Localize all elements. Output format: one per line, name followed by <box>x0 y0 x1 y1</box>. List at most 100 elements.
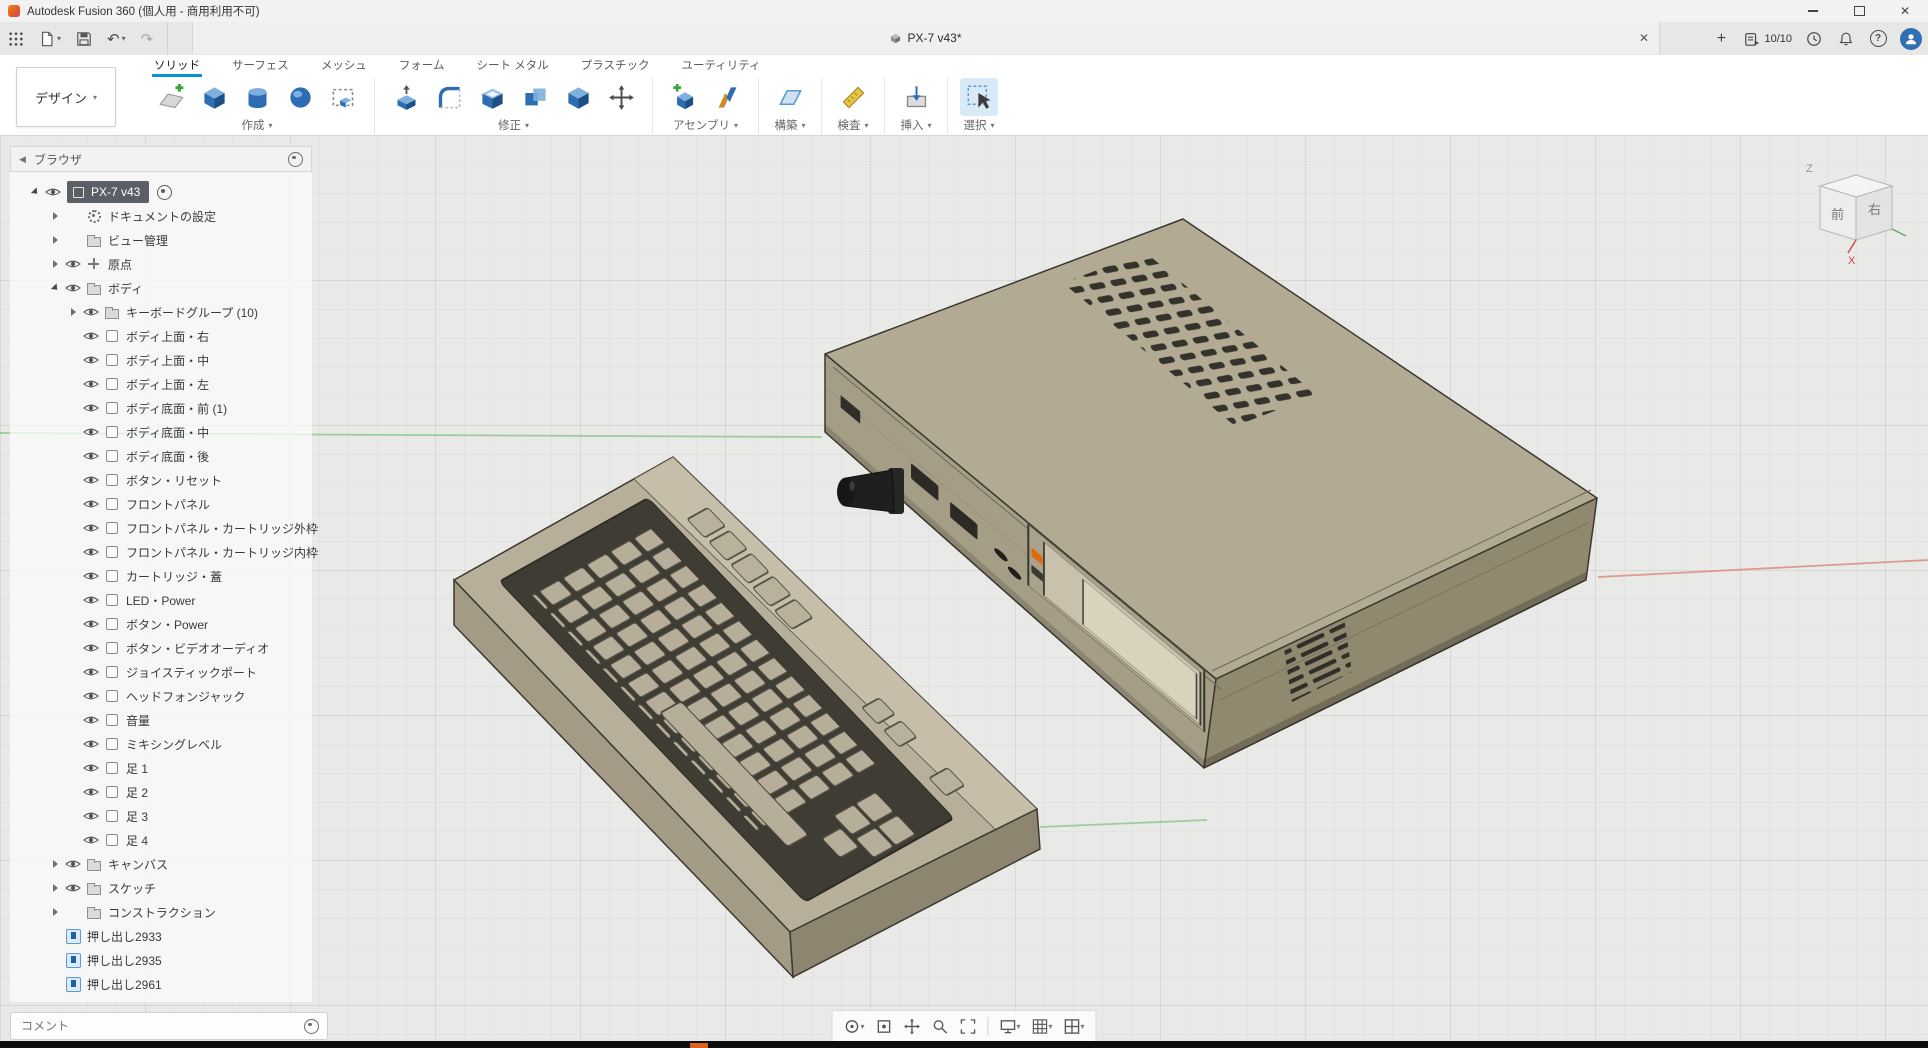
browser-row[interactable]: ジョイスティックポート <box>10 660 312 684</box>
expand-arrow-icon[interactable] <box>68 306 80 318</box>
insert-button[interactable] <box>897 78 935 116</box>
measure-button[interactable] <box>834 78 872 116</box>
visibility-eye-icon[interactable] <box>83 595 99 605</box>
create-group-dropdown[interactable]: 作成 ▾ <box>241 116 272 136</box>
visibility-eye-icon[interactable] <box>83 475 99 485</box>
browser-row[interactable]: 足 1 <box>10 756 312 780</box>
select-group-dropdown[interactable]: 選択 ▾ <box>963 116 994 136</box>
browser-row[interactable]: ボディ底面・前 (1) <box>10 396 312 420</box>
comment-options-icon[interactable] <box>304 1019 319 1034</box>
press-pull-button[interactable] <box>387 78 425 116</box>
browser-row[interactable]: コンストラクション <box>10 900 312 924</box>
fit-view-button[interactable] <box>955 1013 980 1039</box>
visibility-eye-icon[interactable] <box>83 547 99 557</box>
visibility-eye-icon[interactable] <box>83 787 99 797</box>
panel-collapse-icon[interactable]: ◀ <box>19 154 26 165</box>
visibility-eye-icon[interactable] <box>83 691 99 701</box>
browser-row[interactable]: ビュー管理 <box>10 228 312 252</box>
user-avatar[interactable] <box>1900 28 1922 50</box>
view-cube[interactable]: 前 右 Z X <box>1798 152 1922 276</box>
browser-row[interactable]: カートリッジ・蓋 <box>10 564 312 588</box>
notifications-button[interactable] <box>1836 29 1856 49</box>
browser-row[interactable]: ボディ <box>10 276 312 300</box>
browser-row[interactable]: キャンバス <box>10 852 312 876</box>
create-sphere-button[interactable] <box>281 78 319 116</box>
ribbon-tab[interactable]: ユーティリティ <box>679 54 762 77</box>
visibility-eye-icon[interactable] <box>45 187 61 197</box>
orbit-button[interactable]: ▾ <box>839 1013 868 1039</box>
visibility-eye-icon[interactable] <box>65 883 81 893</box>
ribbon-tab[interactable]: サーフェス <box>230 54 291 77</box>
visibility-eye-icon[interactable] <box>83 499 99 509</box>
visibility-eye-icon[interactable] <box>65 259 81 269</box>
fillet-button[interactable] <box>430 78 468 116</box>
expand-arrow-icon[interactable] <box>50 210 62 222</box>
browser-row[interactable]: 押し出し2933 <box>10 924 312 948</box>
extension-clock-button[interactable] <box>1804 29 1824 49</box>
visibility-eye-icon[interactable] <box>65 283 81 293</box>
file-menu-button[interactable]: ▾ <box>39 31 61 47</box>
visibility-eye-icon[interactable] <box>83 331 99 341</box>
new-tab-button[interactable]: + <box>1710 30 1732 48</box>
expand-arrow-icon[interactable] <box>30 186 42 198</box>
browser-row[interactable]: ドキュメントの設定 <box>10 204 312 228</box>
browser-row[interactable]: 原点 <box>10 252 312 276</box>
combine-button[interactable] <box>516 78 554 116</box>
expand-arrow-icon[interactable] <box>50 882 62 894</box>
activate-target-icon[interactable] <box>157 185 172 200</box>
split-body-button[interactable] <box>559 78 597 116</box>
browser-row[interactable]: 押し出し2961 <box>10 972 312 996</box>
browser-row[interactable]: フロントパネル・カートリッジ外枠 <box>10 516 312 540</box>
visibility-eye-icon[interactable] <box>83 427 99 437</box>
visibility-eye-icon[interactable] <box>83 355 99 365</box>
visibility-eye-icon[interactable] <box>83 307 99 317</box>
create-pattern-button[interactable] <box>324 78 362 116</box>
minimize-button[interactable] <box>1790 0 1836 22</box>
browser-row[interactable]: キーボードグループ (10) <box>10 300 312 324</box>
shell-button[interactable] <box>473 78 511 116</box>
inspect-group-dropdown[interactable]: 検査 ▾ <box>837 116 868 136</box>
browser-row[interactable]: ボディ上面・左 <box>10 372 312 396</box>
undo-button[interactable]: ↶ ▾ <box>107 30 126 48</box>
browser-row[interactable]: ボディ上面・中 <box>10 348 312 372</box>
expand-arrow-icon[interactable] <box>50 282 62 294</box>
ribbon-tab[interactable]: プラスチック <box>579 54 652 77</box>
expand-arrow-icon[interactable] <box>50 234 62 246</box>
browser-row[interactable]: 音量 <box>10 708 312 732</box>
redo-button[interactable]: ↷ <box>141 30 154 48</box>
browser-row[interactable]: 足 4 <box>10 828 312 852</box>
ribbon-tab[interactable]: メッシュ <box>319 54 369 77</box>
viewports-button[interactable]: ▾ <box>1060 1013 1089 1039</box>
browser-row[interactable]: ボタン・ビデオオーディオ <box>10 636 312 660</box>
save-button[interactable] <box>76 31 92 47</box>
document-tab[interactable]: PX-7 v43* ✕ <box>192 22 1660 54</box>
expand-arrow-icon[interactable] <box>50 858 62 870</box>
close-button[interactable]: ✕ <box>1882 0 1928 22</box>
zoom-button[interactable] <box>927 1013 952 1039</box>
visibility-eye-icon[interactable] <box>83 379 99 389</box>
taskbar-app-icon[interactable] <box>690 1043 708 1048</box>
ribbon-tab[interactable]: ソリッド <box>152 54 202 77</box>
visibility-eye-icon[interactable] <box>83 835 99 845</box>
create-sketch-button[interactable] <box>152 78 190 116</box>
construction-plane-button[interactable] <box>771 78 809 116</box>
browser-row[interactable]: ボタン・Power <box>10 612 312 636</box>
new-component-button[interactable] <box>665 78 703 116</box>
browser-row[interactable]: ミキシングレベル <box>10 732 312 756</box>
visibility-eye-icon[interactable] <box>83 451 99 461</box>
pan-button[interactable] <box>899 1013 924 1039</box>
expand-arrow-icon[interactable] <box>50 906 62 918</box>
browser-row[interactable]: ボディ底面・後 <box>10 444 312 468</box>
browser-row[interactable]: PX-7 v43 <box>10 180 312 204</box>
browser-row[interactable]: ボタン・リセット <box>10 468 312 492</box>
construct-group-dropdown[interactable]: 構築 ▾ <box>774 116 805 136</box>
browser-row[interactable]: ヘッドフォンジャック <box>10 684 312 708</box>
grid-snap-button[interactable]: ▾ <box>1028 1013 1057 1039</box>
joint-button[interactable] <box>708 78 746 116</box>
assemble-group-dropdown[interactable]: アセンブリ ▾ <box>673 116 738 136</box>
look-at-button[interactable] <box>871 1013 896 1039</box>
browser-row[interactable]: ボディ底面・中 <box>10 420 312 444</box>
visibility-eye-icon[interactable] <box>83 715 99 725</box>
select-button[interactable] <box>960 78 998 116</box>
expand-arrow-icon[interactable] <box>50 258 62 270</box>
